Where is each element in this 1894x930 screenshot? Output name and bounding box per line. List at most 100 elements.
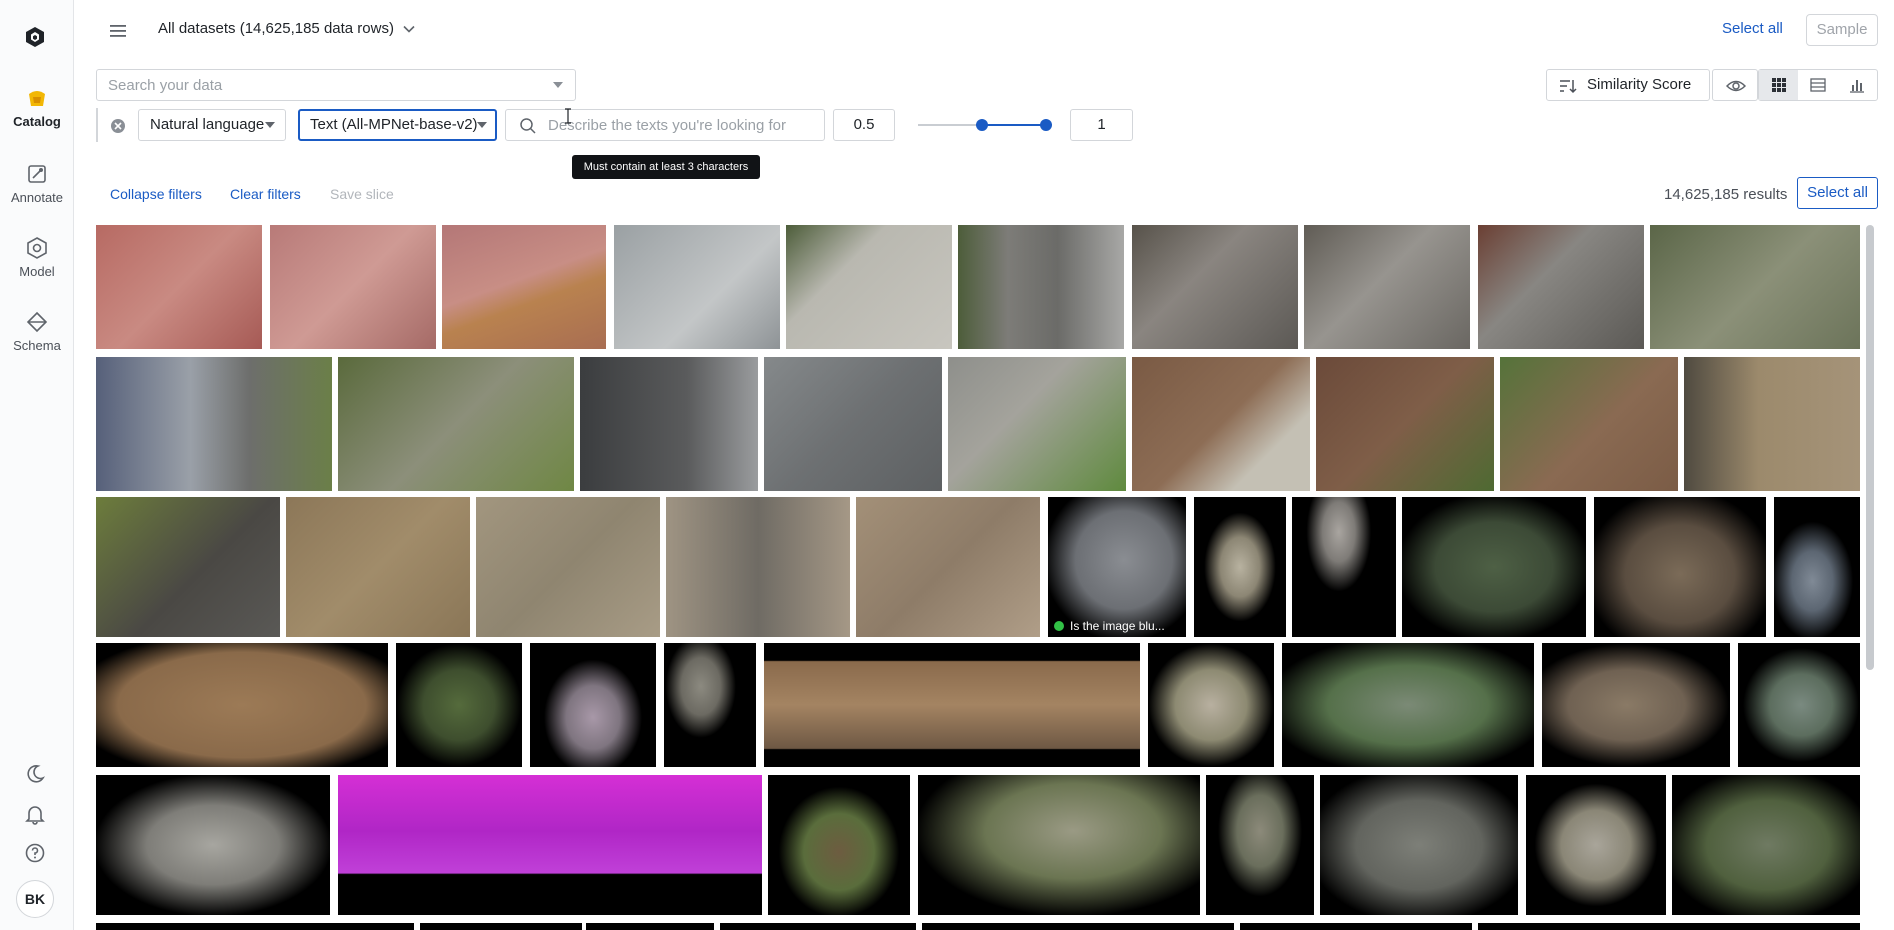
avatar[interactable]: BK (16, 880, 54, 918)
chevron-down-icon (403, 25, 415, 33)
image-tile[interactable] (1402, 497, 1586, 637)
app-logo-icon[interactable] (25, 26, 45, 48)
image-tile[interactable] (1132, 357, 1310, 491)
image-tile[interactable] (1320, 775, 1518, 915)
search-type-select[interactable]: Natural language (138, 109, 286, 141)
image-tile[interactable] (1774, 497, 1860, 637)
image-tile[interactable] (96, 923, 414, 930)
image-tile[interactable] (1148, 643, 1274, 767)
image-tile[interactable] (1500, 357, 1678, 491)
image-tile[interactable] (856, 497, 1040, 637)
image-tile[interactable]: Is the image blu... (1048, 497, 1186, 637)
grid-view-button[interactable] (1759, 70, 1799, 100)
image-tile[interactable] (338, 357, 574, 491)
sample-button[interactable]: Sample (1806, 14, 1878, 46)
image-tile[interactable] (1282, 643, 1534, 767)
image-tile[interactable] (666, 497, 850, 637)
search-box[interactable] (96, 69, 576, 101)
sidebar-item-annotate[interactable]: Annotate (0, 162, 74, 205)
image-tile[interactable] (96, 497, 280, 637)
header-select-all-link[interactable]: Select all (1722, 20, 1783, 37)
caret-down-icon (477, 122, 487, 128)
image-tile[interactable] (96, 643, 388, 767)
sidebar-item-catalog[interactable]: Catalog (0, 86, 74, 129)
dark-mode-icon[interactable] (24, 763, 46, 785)
save-slice-link[interactable]: Save slice (330, 186, 394, 202)
image-tile[interactable] (1194, 497, 1286, 637)
similarity-score-sort-button[interactable]: Similarity Score (1546, 69, 1710, 101)
image-tile[interactable] (786, 225, 952, 349)
image-tile[interactable] (1316, 357, 1494, 491)
image-tile[interactable] (1292, 497, 1396, 637)
image-tile[interactable] (1672, 775, 1860, 915)
image-tile[interactable] (1240, 923, 1472, 930)
results-count: 14,625,185 results (1664, 186, 1788, 203)
image-tile[interactable] (96, 775, 330, 915)
list-view-button[interactable] (1798, 70, 1837, 100)
sidebar-item-schema[interactable]: Schema (0, 310, 74, 353)
image-tile[interactable] (918, 775, 1200, 915)
image-tile[interactable] (1478, 225, 1644, 349)
image-tile[interactable] (1132, 225, 1298, 349)
image-tile[interactable] (1738, 643, 1860, 767)
image-tile[interactable] (1478, 923, 1860, 930)
select-all-results-button[interactable]: Select all (1797, 177, 1878, 209)
image-tile[interactable] (764, 357, 942, 491)
search-input[interactable] (97, 70, 517, 100)
image-tile[interactable] (1304, 225, 1470, 349)
slider-max-handle[interactable] (1040, 119, 1052, 131)
notification-icon[interactable] (24, 803, 46, 825)
image-tile[interactable] (442, 225, 606, 349)
text-query-input[interactable] (548, 110, 818, 140)
image-tile[interactable] (948, 357, 1126, 491)
image-tile[interactable] (1684, 357, 1860, 491)
image-tile[interactable] (338, 775, 762, 915)
image-tile[interactable] (96, 225, 262, 349)
menu-icon[interactable] (108, 22, 128, 40)
image-tile[interactable] (530, 643, 656, 767)
image-tile[interactable] (586, 923, 714, 930)
image-tile[interactable] (1526, 775, 1666, 915)
image-tile[interactable] (96, 357, 332, 491)
search-type-value: Natural language (150, 116, 265, 133)
sidebar: Catalog Annotate Model Schema BK (0, 0, 74, 930)
image-tile[interactable] (922, 923, 1234, 930)
sidebar-item-model[interactable]: Model (0, 236, 74, 279)
dataset-selector[interactable]: All datasets (14,625,185 data rows) (158, 20, 415, 37)
collapse-filters-link[interactable]: Collapse filters (110, 186, 202, 202)
image-tile[interactable] (1542, 643, 1730, 767)
text-cursor-icon (565, 108, 571, 124)
remove-filter-icon[interactable] (110, 118, 126, 134)
text-query-box[interactable] (505, 109, 825, 141)
gallery-scrollbar[interactable] (1866, 225, 1874, 670)
image-tile[interactable] (768, 775, 910, 915)
chart-view-button[interactable] (1838, 70, 1877, 100)
image-tile[interactable] (396, 643, 522, 767)
caret-down-icon[interactable] (553, 82, 563, 89)
sidebar-item-label: Model (19, 264, 55, 279)
image-tile[interactable] (958, 225, 1124, 349)
image-tile[interactable] (664, 643, 756, 767)
image-tile[interactable] (764, 643, 1140, 767)
image-tile[interactable] (476, 497, 660, 637)
threshold-max-input[interactable]: 1 (1070, 109, 1133, 141)
threshold-range-slider[interactable] (918, 116, 1052, 134)
image-tile[interactable] (1594, 497, 1766, 637)
embedding-model-select[interactable]: Text (All-MPNet-base-v2) (298, 109, 497, 141)
slider-min-handle[interactable] (976, 119, 988, 131)
image-tile[interactable] (420, 923, 582, 930)
status-dot (1054, 621, 1064, 631)
image-tile[interactable] (270, 225, 436, 349)
image-tile[interactable] (580, 357, 758, 491)
sidebar-item-label: Annotate (10, 190, 64, 205)
help-icon[interactable] (24, 842, 46, 864)
model-icon (27, 237, 47, 259)
clear-filters-link[interactable]: Clear filters (230, 186, 301, 202)
image-tile[interactable] (1206, 775, 1314, 915)
visibility-toggle-button[interactable] (1712, 69, 1758, 101)
image-tile[interactable] (1650, 225, 1860, 349)
image-tile[interactable] (720, 923, 916, 930)
image-tile[interactable] (614, 225, 780, 349)
threshold-min-input[interactable]: 0.5 (833, 109, 895, 141)
image-tile[interactable] (286, 497, 470, 637)
